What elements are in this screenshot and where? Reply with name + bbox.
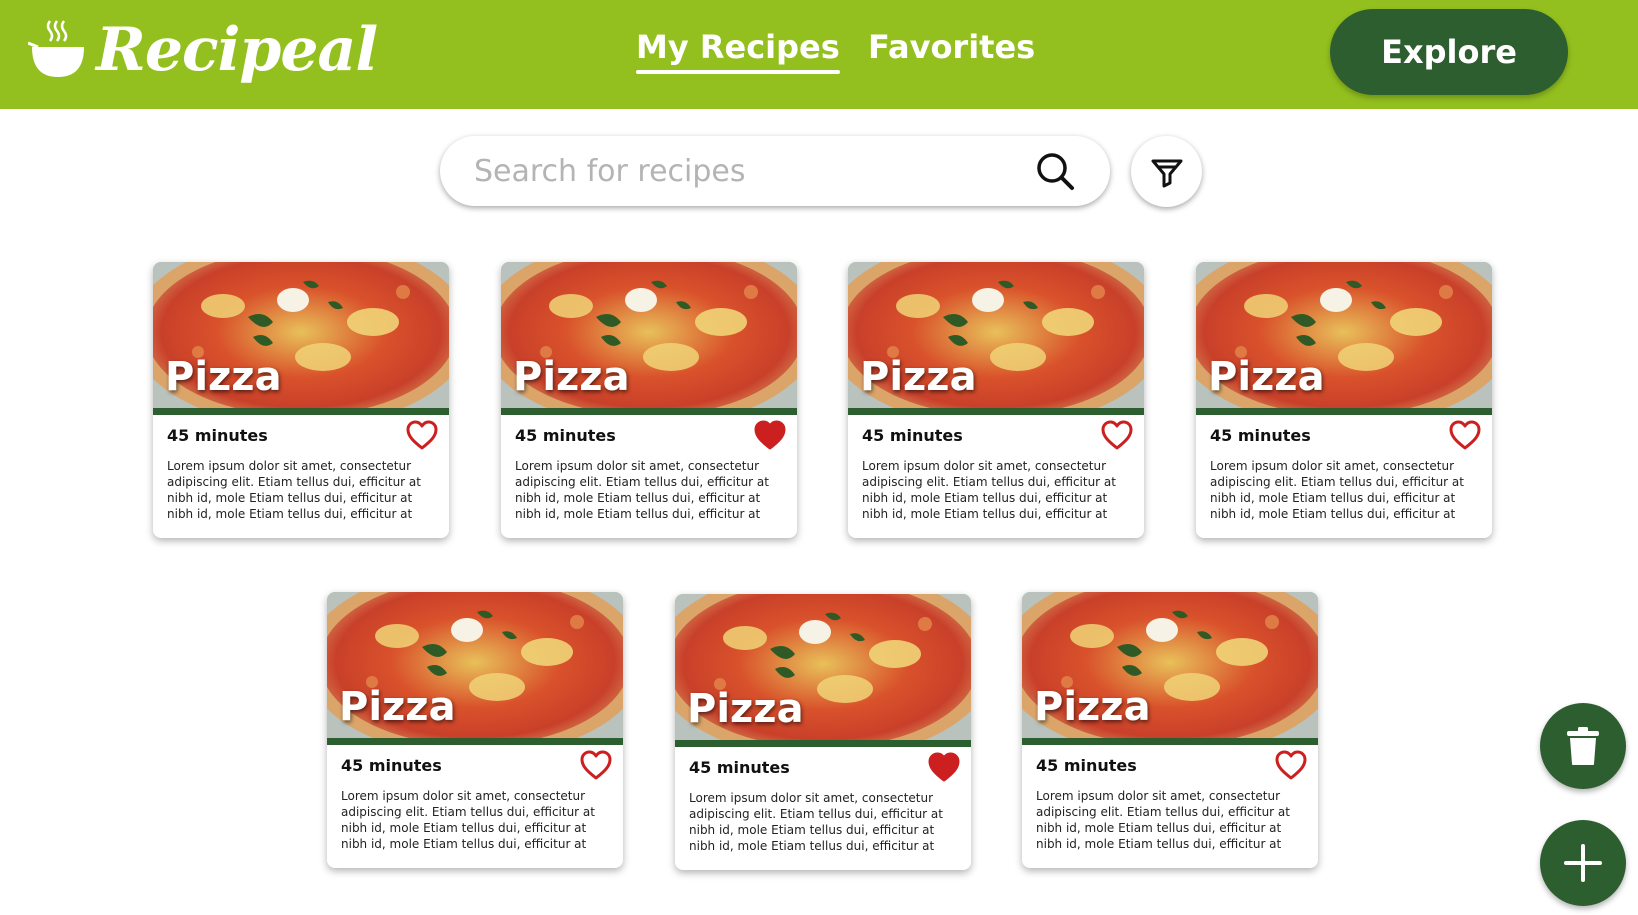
recipe-card[interactable]: Pizza 45 minutes Lorem ipsum dolor sit a… (848, 262, 1144, 538)
recipe-title: Pizza (1208, 354, 1325, 400)
recipe-description: Lorem ipsum dolor sit amet, consectetur … (1036, 789, 1290, 851)
app-logo[interactable]: Recipeal (28, 10, 378, 90)
add-recipe-button[interactable] (1540, 820, 1626, 906)
heart-icon[interactable] (927, 751, 961, 783)
search-input[interactable] (474, 146, 1014, 196)
recipe-description: Lorem ipsum dolor sit amet, consectetur … (515, 459, 769, 521)
recipe-title: Pizza (1034, 684, 1151, 730)
recipe-title: Pizza (513, 354, 630, 400)
recipe-time: 45 minutes (1210, 426, 1311, 445)
heart-icon[interactable] (1448, 419, 1482, 451)
tab-favorites[interactable]: Favorites (868, 28, 1035, 66)
recipe-time: 45 minutes (515, 426, 616, 445)
trash-icon (1567, 727, 1599, 765)
card-divider (1196, 408, 1492, 415)
recipe-title: Pizza (165, 354, 282, 400)
recipe-card[interactable]: Pizza 45 minutes Lorem ipsum dolor sit a… (501, 262, 797, 538)
recipe-title: Pizza (860, 354, 977, 400)
funnel-icon (1151, 159, 1182, 187)
recipe-card[interactable]: Pizza 45 minutes Lorem ipsum dolor sit a… (1022, 592, 1318, 868)
steaming-bowl-icon (28, 20, 84, 77)
heart-icon[interactable] (1100, 419, 1134, 451)
search-icon[interactable] (1034, 150, 1076, 192)
recipe-description: Lorem ipsum dolor sit amet, consectetur … (689, 791, 943, 853)
recipe-description: Lorem ipsum dolor sit amet, consectetur … (341, 789, 595, 851)
recipe-time: 45 minutes (341, 756, 442, 775)
top-bar: Recipeal My Recipes Favorites Explore (0, 0, 1638, 109)
recipe-card[interactable]: Pizza 45 minutes Lorem ipsum dolor sit a… (675, 594, 971, 870)
recipe-card[interactable]: Pizza 45 minutes Lorem ipsum dolor sit a… (153, 262, 449, 538)
tab-my-recipes[interactable]: My Recipes (636, 28, 840, 74)
explore-button[interactable]: Explore (1330, 9, 1568, 95)
heart-icon[interactable] (753, 419, 787, 451)
card-divider (501, 408, 797, 415)
card-divider (675, 740, 971, 747)
recipe-card[interactable]: Pizza 45 minutes Lorem ipsum dolor sit a… (327, 592, 623, 868)
heart-icon[interactable] (1274, 749, 1308, 781)
recipe-title: Pizza (339, 684, 456, 730)
card-divider (1022, 738, 1318, 745)
recipe-time: 45 minutes (167, 426, 268, 445)
delete-button[interactable] (1540, 703, 1626, 789)
recipe-title: Pizza (687, 686, 804, 732)
heart-icon[interactable] (405, 419, 439, 451)
logo-text: Recipeal (96, 15, 378, 85)
recipe-time: 45 minutes (689, 758, 790, 777)
search-bar (440, 136, 1110, 206)
recipe-description: Lorem ipsum dolor sit amet, consectetur … (1210, 459, 1464, 521)
filter-button[interactable] (1131, 136, 1202, 207)
recipe-description: Lorem ipsum dolor sit amet, consectetur … (167, 459, 421, 521)
recipe-time: 45 minutes (862, 426, 963, 445)
heart-icon[interactable] (579, 749, 613, 781)
card-divider (327, 738, 623, 745)
recipe-description: Lorem ipsum dolor sit amet, consectetur … (862, 459, 1116, 521)
card-divider (153, 408, 449, 415)
card-divider (848, 408, 1144, 415)
plus-icon (1564, 844, 1602, 882)
recipe-time: 45 minutes (1036, 756, 1137, 775)
recipe-card[interactable]: Pizza 45 minutes Lorem ipsum dolor sit a… (1196, 262, 1492, 538)
